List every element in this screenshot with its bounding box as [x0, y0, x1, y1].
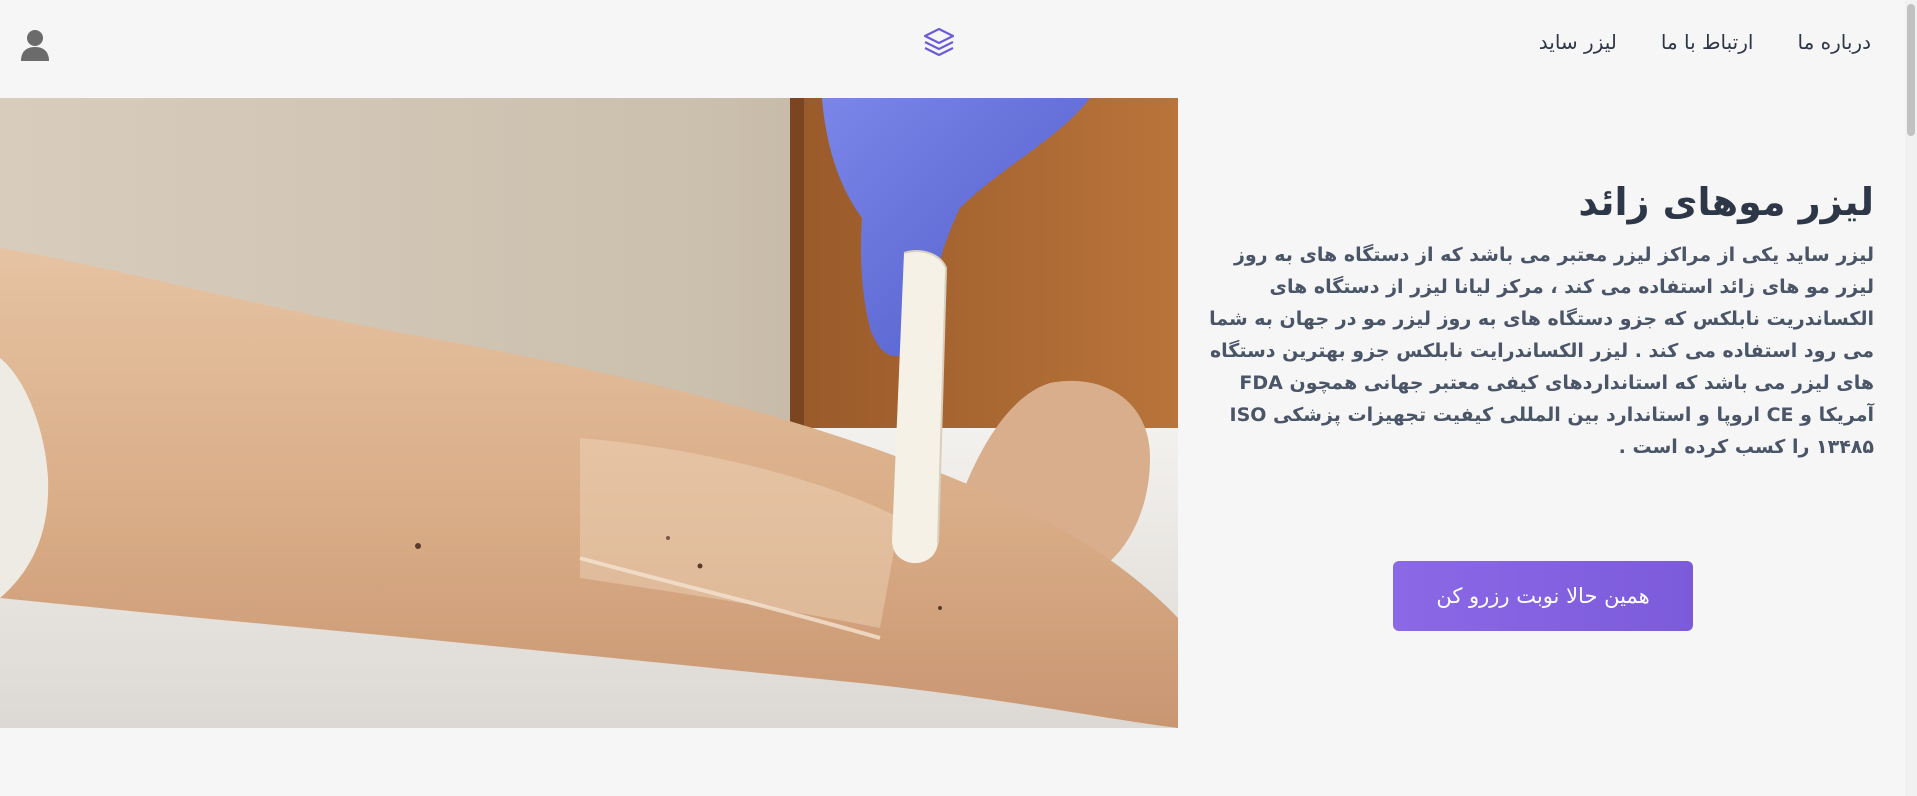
layers-icon[interactable]	[921, 26, 957, 60]
hero-image	[0, 98, 1178, 728]
header: لیزر ساید ارتباط با ما درباره ما	[0, 0, 1905, 95]
hero-description: لیزر ساید یکی از مراکز لیزر معتبر می باش…	[1209, 244, 1874, 459]
hero-title: لیزر موهای زائد	[1578, 180, 1874, 224]
page: لیزر ساید ارتباط با ما درباره ما لیزر مو…	[0, 0, 1917, 796]
hero-content: لیزر موهای زائد لیزر ساید یکی از مراکز ل…	[1208, 178, 1874, 463]
scrollbar[interactable]	[1905, 0, 1917, 796]
scrollbar-thumb[interactable]	[1907, 4, 1915, 136]
nav-link-about[interactable]: درباره ما	[1797, 30, 1871, 54]
nav-link-laser-side[interactable]: لیزر ساید	[1539, 30, 1617, 54]
nav-link-contact[interactable]: ارتباط با ما	[1661, 30, 1754, 54]
main-nav: لیزر ساید ارتباط با ما درباره ما	[1539, 30, 1871, 54]
book-appointment-button[interactable]: همین حالا نوبت رزرو کن	[1393, 561, 1693, 631]
user-icon[interactable]	[20, 28, 50, 62]
